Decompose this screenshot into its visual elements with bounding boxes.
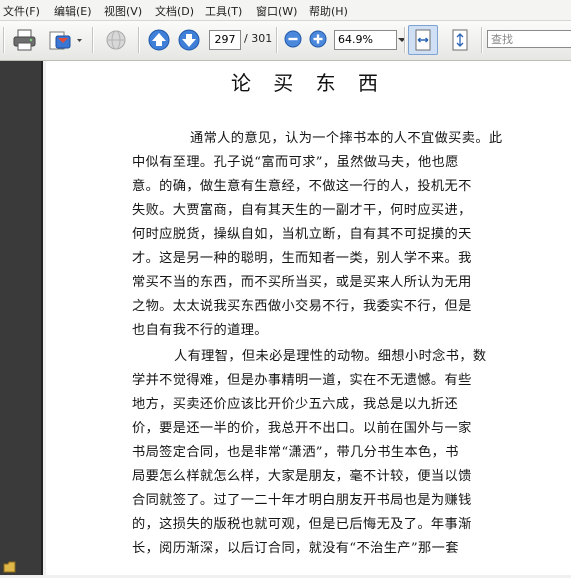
fit-width-button[interactable] (408, 25, 438, 55)
zoom-in-button[interactable] (309, 30, 327, 48)
page-up-icon (148, 29, 170, 51)
toolbar-separator (404, 27, 406, 53)
text-line: 失败。大贾富商，自有其天生的一副才干，何时应买进， (132, 203, 472, 218)
fit-width-icon (415, 29, 431, 51)
menu-window[interactable]: 窗口(W) (256, 3, 297, 19)
print-button[interactable] (12, 28, 38, 52)
zoom-dropdown-button[interactable] (396, 30, 408, 50)
toolbar-grip (3, 27, 5, 53)
fit-page-icon (452, 29, 468, 51)
text-line: 通常人的意见，认为一个摔书本的人不宜做买卖。此 (190, 131, 503, 146)
navigation-panel-border (41, 61, 43, 575)
next-page-button[interactable] (178, 29, 200, 51)
share-button[interactable] (48, 28, 84, 52)
globe-icon (106, 30, 126, 50)
zoom-out-button[interactable] (284, 30, 302, 48)
text-line: 的，这损失的版税也就可观，但是已后悔无及了。年事渐 (132, 517, 472, 532)
zoom-out-icon (284, 30, 302, 48)
text-line: 学并不觉得难，但是办事精明一道，实在不无遗憾。有些 (132, 373, 472, 388)
text-line: 地方，买卖还价应该比开价少五六成，我总是以九折还 (132, 397, 459, 412)
share-icon (49, 31, 82, 50)
menu-bar: 文件(F) 编辑(E) 视图(V) 文档(D) 工具(T) 窗口(W) 帮助(H… (0, 0, 571, 21)
print-icon (13, 29, 36, 51)
text-line: 合同就签了。过了一二十年才明白朋友开书局也是为赚钱 (132, 493, 472, 508)
menu-file[interactable]: 文件(F) (3, 3, 40, 19)
search-input[interactable]: 查找 (487, 30, 571, 48)
text-line: 局要怎么样就怎么样，大家是朋友，毫不计较，便当以馈 (132, 469, 472, 484)
page-number-field[interactable]: 297 (209, 30, 241, 50)
page-total: / 301 (244, 32, 273, 45)
document-title: 论 买 东 西 (230, 71, 387, 95)
text-line: 价，要是还一半的价，我总开不出口。以前在国外与一家 (132, 421, 472, 436)
toolbar-separator (138, 27, 140, 53)
text-line: 中似有至理。孔子说“富而可求”，虽然做马夫，他也愿 (132, 155, 459, 170)
document-page: 论 买 东 西 通常人的意见，认为一个摔书本的人不宜做买卖。此 中似有至理。孔子… (46, 61, 571, 575)
page-down-icon (178, 29, 200, 51)
menu-edit[interactable]: 编辑(E) (54, 3, 92, 19)
zoom-field[interactable]: 64.9% (334, 30, 397, 50)
toolbar: 297 / 301 64.9% 查找 (0, 21, 571, 61)
navigation-panel (0, 61, 43, 575)
attachments-button[interactable] (3, 559, 17, 573)
text-line: 长，阅历渐深，以后订合同，就没有“不治生产”那一套 (132, 541, 459, 556)
text-line: 书局签定合同，也是非常“潇洒”，带几分书生本色，书 (132, 445, 459, 460)
text-line: 才。这是另一种的聪明，生而知者一类，别人学不来。我 (132, 251, 472, 266)
fit-page-button[interactable] (446, 26, 474, 54)
text-line: 常买不当的东西，而不买所当买，或是买来人所认为无用 (132, 275, 472, 290)
chevron-down-icon (398, 38, 406, 42)
toolbar-separator (276, 27, 278, 53)
text-line: 之物。太太说我买东西做小交易不行，我委实不行，但是 (132, 299, 472, 314)
toolbar-separator (481, 27, 483, 53)
text-line: 也自有我不行的道理。 (132, 323, 268, 338)
menu-document[interactable]: 文档(D) (155, 3, 194, 19)
menu-help[interactable]: 帮助(H) (309, 3, 348, 19)
text-line: 意。的确，做生意有生意经，不做这一行的人，投机无不 (132, 179, 472, 194)
menu-tools[interactable]: 工具(T) (205, 3, 242, 19)
folder-icon (3, 561, 16, 573)
menu-view[interactable]: 视图(V) (104, 3, 142, 19)
toolbar-separator (92, 27, 94, 53)
zoom-in-icon (309, 30, 327, 48)
text-line: 何时应脱货，操纵自如，当机立断，自有其不可捉摸的天 (132, 227, 472, 242)
text-line: 人有理智，但未必是理性的动物。细想小时念书，数 (174, 349, 487, 364)
previous-page-button[interactable] (148, 29, 170, 51)
collaborate-button[interactable] (102, 28, 130, 52)
